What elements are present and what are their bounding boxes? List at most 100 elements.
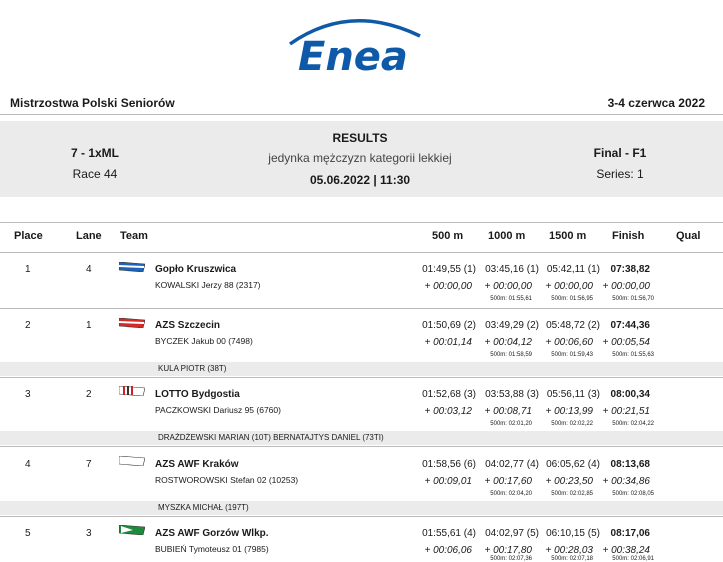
white-flag-icon (119, 456, 145, 466)
race-series: Series: 1 (596, 167, 644, 181)
delta-500m: + 00:06,06 (424, 545, 472, 556)
split-1500m: 06:05,62 (4) (546, 459, 600, 470)
finish-time: 08:00,34 (610, 389, 650, 400)
delta-1500m: + 00:06,60 (545, 337, 593, 348)
pace-1500m: 500m: 02:02,85 (551, 491, 593, 497)
delta-1500m: + 00:13,99 (545, 406, 593, 417)
enea-logo: Enea (288, 19, 421, 76)
col-finish: Finish (612, 230, 645, 242)
lane: 2 (86, 389, 92, 400)
col-1500m: 1500 m (549, 230, 587, 242)
race-description: jedynka mężczyzn kategorii lekkiej (268, 151, 452, 165)
finish-delta: + 00:21,51 (602, 406, 650, 417)
logo-text: Enea (298, 34, 408, 76)
pace-1500m: 500m: 02:07,18 (551, 556, 593, 562)
divider (0, 114, 723, 115)
col-500m: 500 m (432, 230, 464, 242)
lane: 1 (86, 320, 92, 331)
finish-delta: + 00:00,00 (602, 281, 650, 292)
delta-1000m: + 00:17,80 (484, 545, 532, 556)
coach-row: MYSZKA MICHAŁ (197T) (0, 501, 723, 515)
finish-pace: 500m: 01:56,70 (612, 296, 654, 302)
finish-time: 08:13,68 (610, 459, 650, 470)
place: 2 (25, 320, 31, 331)
delta-1000m: + 00:00,00 (484, 281, 532, 292)
delta-1500m: + 00:28,03 (545, 545, 593, 556)
coach-name: KULA PIOTR (38T) (158, 364, 227, 373)
split-500m: 01:50,69 (2) (422, 320, 476, 331)
divider (0, 446, 723, 447)
place: 5 (25, 528, 31, 539)
pace-1000m: 500m: 02:04,20 (490, 491, 532, 497)
finish-time: 08:17,06 (610, 528, 650, 539)
col-team: Team (120, 230, 148, 242)
divider (0, 222, 723, 223)
pace-1000m: 500m: 02:01,20 (490, 421, 532, 427)
col-place: Place (14, 230, 43, 242)
delta-1500m: + 00:00,00 (545, 281, 593, 292)
split-1000m: 03:53,88 (3) (485, 389, 539, 400)
race-code: 7 - 1xML (70, 146, 119, 160)
col-lane: Lane (76, 230, 102, 242)
pace-1000m: 500m: 01:58,59 (490, 352, 532, 358)
lane: 7 (86, 459, 92, 470)
finish-pace: 500m: 01:55,63 (612, 352, 654, 358)
delta-1000m: + 00:17,60 (484, 476, 532, 487)
finish-delta: + 00:05,54 (602, 337, 650, 348)
club-name: AZS AWF Kraków (155, 459, 239, 470)
pace-1000m: 500m: 01:55,61 (490, 296, 532, 302)
delta-500m: + 00:01,14 (424, 337, 472, 348)
crew-name: KOWALSKI Jerzy 88 (2317) (155, 280, 261, 290)
pace-1500m: 500m: 01:56,95 (551, 296, 593, 302)
green-flag-icon (119, 525, 145, 535)
lane: 3 (86, 528, 92, 539)
crew-name: BUBIEŃ Tymoteusz 01 (7985) (155, 544, 269, 554)
finish-time: 07:38,82 (610, 264, 650, 275)
delta-500m: + 00:09,01 (424, 476, 472, 487)
coach-row: KULA PIOTR (38T) (0, 362, 723, 376)
col-1000m: 1000 m (488, 230, 526, 242)
finish-pace: 500m: 02:06,91 (612, 556, 654, 562)
event-dates: 3-4 czerwca 2022 (607, 96, 705, 110)
event-name: Mistrzostwa Polski Seniorów (10, 96, 175, 110)
pace-1500m: 500m: 02:02,22 (551, 421, 593, 427)
race-number: Race 44 (72, 167, 118, 181)
club-name: AZS AWF Gorzów Wlkp. (155, 528, 269, 539)
split-1500m: 05:56,11 (3) (546, 389, 600, 400)
finish-time: 07:44,36 (610, 320, 650, 331)
striped-flag-icon (119, 386, 145, 396)
split-500m: 01:49,55 (1) (422, 264, 476, 275)
divider (0, 377, 723, 378)
crew-name: BYCZEK Jakub 00 (7498) (155, 336, 253, 346)
place: 4 (25, 459, 31, 470)
results-label: RESULTS (332, 131, 388, 145)
crew-name: PACZKOWSKI Dariusz 95 (6760) (155, 405, 281, 415)
blue-white-flag-icon (119, 262, 145, 272)
split-1000m: 03:49,29 (2) (485, 320, 539, 331)
delta-1000m: + 00:08,71 (484, 406, 532, 417)
split-1000m: 04:02,77 (4) (485, 459, 539, 470)
col-qual: Qual (676, 230, 701, 242)
red-white-flag-icon (119, 318, 145, 328)
finish-delta: + 00:34,86 (602, 476, 650, 487)
split-500m: 01:58,56 (6) (422, 459, 476, 470)
delta-1500m: + 00:23,50 (545, 476, 593, 487)
finish-pace: 500m: 02:04,22 (612, 421, 654, 427)
finish-pace: 500m: 02:08,05 (612, 491, 654, 497)
split-500m: 01:55,61 (4) (422, 528, 476, 539)
coach-row: DRAŻDŻEWSKI MARIAN (10T) BERNATAJTYS DAN… (0, 431, 723, 445)
club-name: LOTTO Bydgostia (155, 389, 240, 400)
club-name: AZS Szczecin (155, 320, 221, 331)
finish-delta: + 00:38,24 (602, 545, 650, 556)
race-phase: Final - F1 (593, 146, 647, 160)
delta-1000m: + 00:04,12 (484, 337, 532, 348)
place: 1 (25, 264, 31, 275)
delta-500m: + 00:00,00 (424, 281, 472, 292)
split-500m: 01:52,68 (3) (422, 389, 476, 400)
race-datetime: 05.06.2022 | 11:30 (309, 173, 411, 187)
pace-1000m: 500m: 02:07,36 (490, 556, 532, 562)
pace-1500m: 500m: 01:59,43 (551, 352, 593, 358)
divider (0, 308, 723, 309)
divider (0, 252, 723, 253)
lane: 4 (86, 264, 92, 275)
